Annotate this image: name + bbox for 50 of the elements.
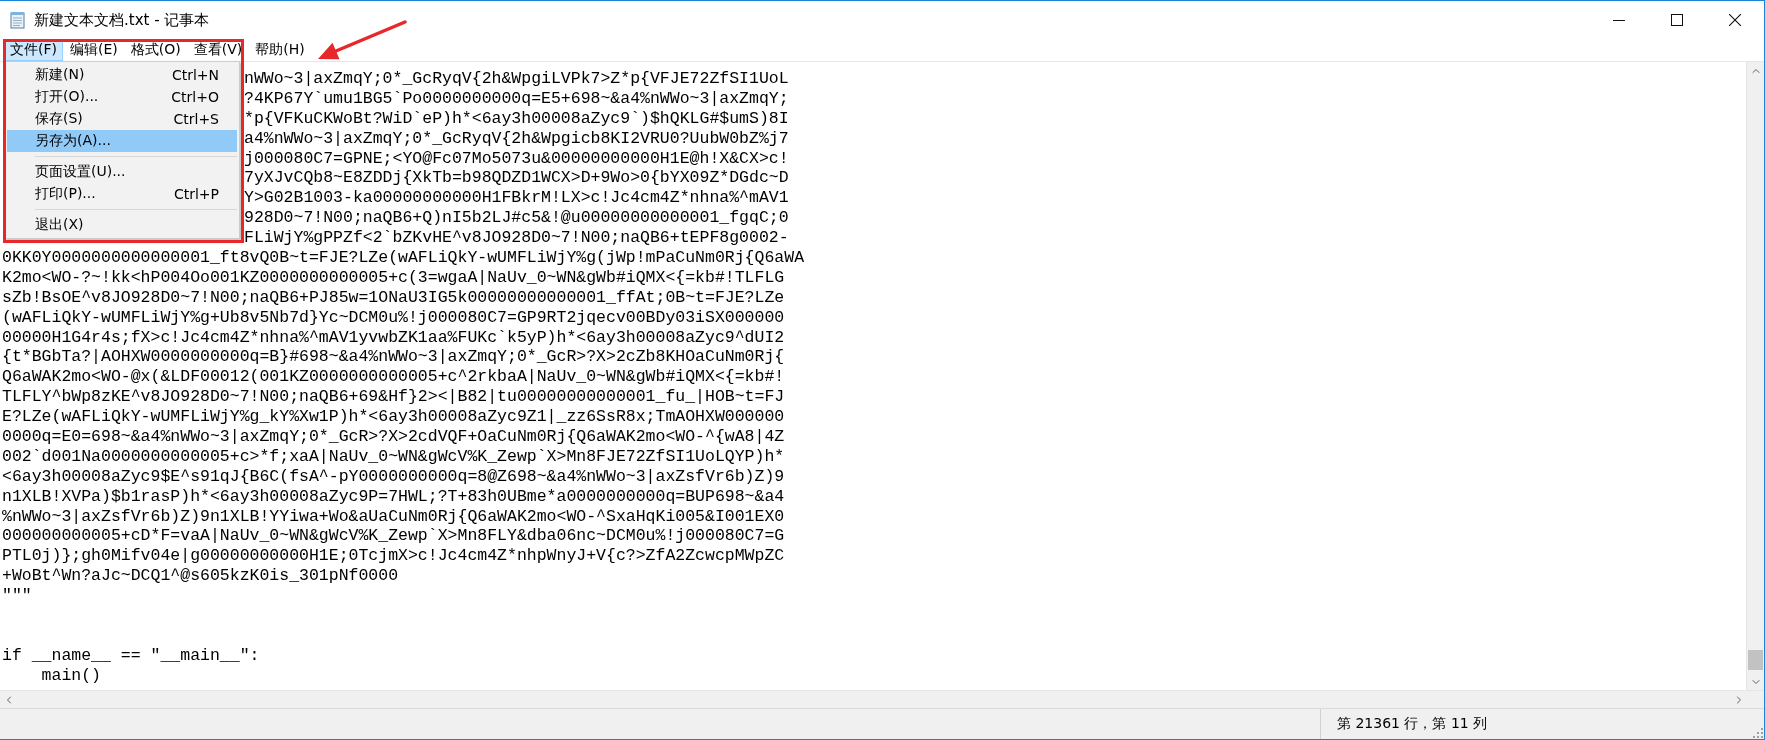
code-line: n1XLB!XVPa)$b1rasP)h*<6ay3h00008aZyc9P=7HWL;?T+83h0UBme*a0000000000q=BUP698~&a4 xyxy=(2,486,785,506)
scroll-thumb[interactable] xyxy=(1748,650,1763,670)
menu-bar-item[interactable]: 格式(O) xyxy=(124,39,187,61)
code-line: +WoBt^Wn?aJc~DCQ1^@s605kzK0is_301pNf0000 xyxy=(2,566,399,586)
menu-item[interactable]: 打印(P)... Ctrl+P xyxy=(7,183,237,205)
menu-bar-item[interactable]: 编辑(E) xyxy=(64,39,124,61)
code-line: 0000q=E0=698~&a4%nWWo~3|axZmqY;0*_GcR>?X>2cdVQF+OaCuNm0Rj{Q6aWAK2mo<WO-^{wA8|4Z xyxy=(2,427,785,447)
menu-item[interactable]: 新建(N) Ctrl+N xyxy=(7,64,237,86)
code-line: """ xyxy=(2,586,32,606)
code-line: nWWo~3|axZmqY;0*_GcRyqV{2h&WpgiLVPk7>Z*p{VFJE72ZfSI1UoL xyxy=(244,69,789,88)
menu-item[interactable]: 退出(X) xyxy=(7,214,237,236)
maximize-icon xyxy=(1671,14,1683,26)
code-line: sZb!BsOE^v8JO928D0~7!N00;naQB6+PJ85w=1ONaU3IG5k00000000000001_ffAt;0B~t=FJE?LZe xyxy=(2,287,785,307)
code-line: 7yXJvCQb8~E8ZDDj{XkTb=b98QDZD1WCX>D+9Wo>0{bYX09Z*DGdc~D xyxy=(244,168,789,188)
horizontal-scrollbar[interactable] xyxy=(0,690,1764,708)
notepad-icon xyxy=(10,11,26,29)
menu-item[interactable]: 保存(S) Ctrl+S xyxy=(7,108,237,130)
code-line: *p{VFKuCKWoBt?WiD`eP)h*<6ay3h00008aZyc9`)$hQKLG#$umS)8I xyxy=(244,108,789,128)
code-line: 0KK0Y0000000000000001_ft8vQ0B~t=FJE?LZe(wAFLiQkY-wUMFLiWjY%g(jWp!mPaCuNm0Rj{Q6aWA xyxy=(2,248,805,267)
code-line: TLFLY^bWp8zKE^v8JO928D0~7!N00;naQB6+69&Hf}2><|B82|tu00000000000001_fu_|HOB~t=FJ xyxy=(2,387,785,407)
minimize-icon xyxy=(1613,19,1625,21)
code-line: j000080C7=GPNE;<YO@Fc07Mo5073u&00000000000H1E@h!X&CX>c! xyxy=(244,148,789,168)
code-line: (wAFLiQkY-wUMFLiWjY%g+Ub8v5Nb7d}Yc~DCM0u%!j000080C7=GP9RT2jqecv00BDy03iSX000000 xyxy=(2,307,785,327)
resize-grip-icon[interactable] xyxy=(1753,728,1763,738)
code-line: 00000H1G4r4s;fX>c!Jc4cm4Z*nhna%^mAV1yvwbZK1aa%FUKc`k5yP)h*<6ay3h00008aZyc9^dUI2 xyxy=(2,327,785,347)
code-line: if __name__ == "__main__": xyxy=(2,645,260,665)
code-line: %nWWo~3|axZsfVr6b)Z)9n1XLB!YYiwa+Wo&aUaCuNm0Rj{Q6aWAK2mo<WO-^SxaHqKi005&I001EX0 xyxy=(2,506,785,526)
menu-bar-item[interactable]: 查看(V) xyxy=(187,39,249,61)
code-line: main() xyxy=(40,665,102,685)
code-line: Y>G02B1003-ka00000000000H1FBkrM!LX>c!Jc4cm4Z*nhna%^mAV1 xyxy=(244,188,789,208)
code-line: {t*BGbTa?|AOHXW0000000000q=B}#698~&a4%nWWo~3|axZmqY;0*_GcR>?X>2cZb8KHOaCuNm0Rj{ xyxy=(2,347,785,367)
cursor-position: 第 21361 行，第 11 列 xyxy=(1320,709,1488,739)
close-icon xyxy=(1729,14,1741,26)
code-line: a4%nWWo~3|axZmqY;0*_GcRyqV{2h&Wpgicb8KI2VRU0?UubW0bZ%j7 xyxy=(244,128,789,148)
code-line: FLiWjY%gPPZf<2`bZKvHE^v8JO928D0~7!N00;naQB6+tEPF8g0002- xyxy=(244,228,789,248)
code-line: 000000000005+cD*F=vaA|NaUv_0~WN&gWcV%K_Zewp`X>Mn8FLY&dba06nc~DCM0u%!j000080C7=G xyxy=(2,526,785,546)
window-title: 新建文本文档.txt - 记事本 xyxy=(34,10,210,30)
code-line: K2mo<WO-?~!kk<hP004Oo001KZ0000000000005+c(3=wgaA|NaUv_0~WN&gWb#iQMX<{=kb#!TLFLG xyxy=(2,267,785,287)
code-line: PTL0j)};gh0Mifv04e|g00000000000H1E;0TcjmX>c!Jc4cm4Z*nhpWnyJ+V{c?>ZfA2ZcwcpMWpZC xyxy=(2,546,785,566)
code-line: <6ay3h00008aZyc9$E^s91qJ{B6C(fsA^-pY0000000000q=8@Z698~&a4%nWWo~3|axZsfVr6b)Z)9 xyxy=(2,466,785,486)
code-line: E?LZe(wAFLiQkY-wUMFLiWjY%g_kY%Xw1P)h*<6ay3h00008aZyc9Z1|_zz6SsR8x;TmAOHXW000000 xyxy=(2,407,785,427)
code-line: 002`d001Na0000000000005+c>*f;xaA|NaUv_0~WN&gWcV%K_Zewp`X>Mn8FJE72ZfSI1UoLQYP)h* xyxy=(2,446,785,466)
menu-item[interactable]: 另存为(A)... xyxy=(7,130,237,152)
menu-bar-item[interactable]: 帮助(H) xyxy=(249,39,311,61)
code-line: Q6aWAK2mo<WO-@x(&LDF00012(001KZ0000000000005+c^2rkbaA|NaUv_0~WN&gWb#iQMX<{=kb#! xyxy=(2,367,785,387)
vertical-scrollbar[interactable] xyxy=(1746,62,1764,690)
menu-item[interactable]: 页面设置(U)... xyxy=(7,161,237,183)
menu-item[interactable]: 打开(O)... Ctrl+O xyxy=(7,86,237,108)
code-line: 928D0~7!N00;naQB6+Q)nI5b2LJ#c5&!@u00000000000001_fgqC;0 xyxy=(244,208,789,228)
code-line: ?4KP67Y`umu1BG5`Po0000000000q=E5+698~&a4%nWWo~3|axZmqY; xyxy=(244,88,789,108)
